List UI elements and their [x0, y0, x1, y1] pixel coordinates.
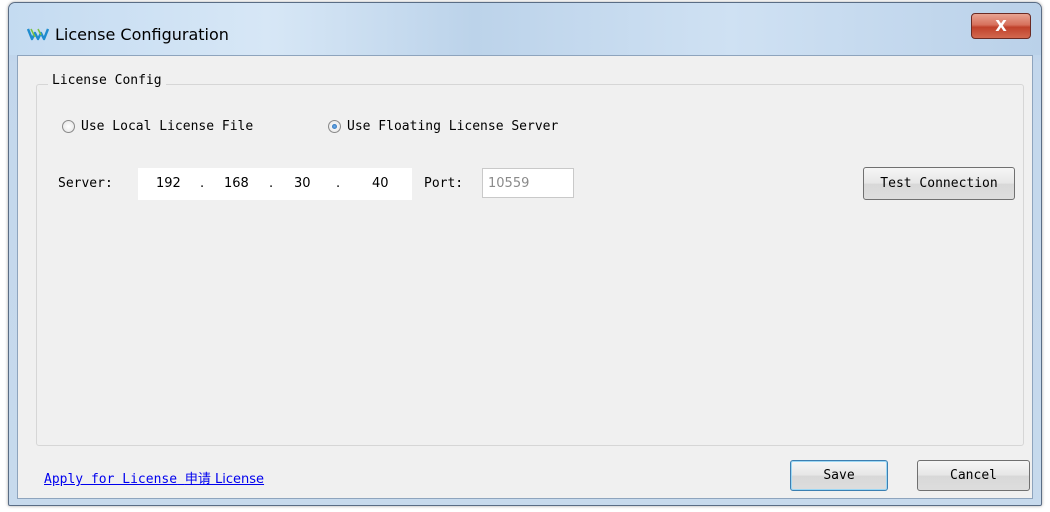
close-button[interactable]: X: [971, 13, 1031, 39]
window-title: License Configuration: [55, 25, 229, 44]
server-label: Server:: [58, 176, 113, 191]
ip-dot-2: .: [269, 176, 274, 191]
apply-license-link[interactable]: Apply for License 申请 License: [44, 468, 264, 487]
ip-dot-1: .: [200, 176, 205, 191]
ip-octet-2[interactable]: 168: [224, 176, 249, 191]
radio-floating-license[interactable]: Use Floating License Server: [328, 119, 558, 134]
ip-octet-3[interactable]: 30: [294, 176, 311, 191]
save-button[interactable]: Save: [790, 460, 888, 491]
port-input[interactable]: 10559: [482, 168, 574, 198]
title-bar[interactable]: License Configuration X: [9, 3, 1041, 55]
apply-license-link-en[interactable]: Apply for License: [44, 472, 177, 487]
app-logo-icon: [27, 28, 49, 41]
radio-floating-indicator[interactable]: [328, 120, 341, 133]
ip-octet-1[interactable]: 192: [156, 176, 181, 191]
cancel-button[interactable]: Cancel: [917, 460, 1030, 491]
port-label: Port:: [424, 176, 464, 191]
radio-floating-label[interactable]: Use Floating License Server: [347, 119, 558, 134]
ip-dot-3: .: [336, 176, 341, 191]
license-config-group: [36, 84, 1024, 446]
radio-local-label[interactable]: Use Local License File: [81, 119, 253, 134]
radio-local-license[interactable]: Use Local License File: [62, 119, 253, 134]
apply-license-link-cn[interactable]: 申请 License: [185, 472, 264, 487]
license-configuration-window: License Configuration X License Config U…: [8, 2, 1042, 506]
group-legend: License Config: [48, 73, 166, 88]
server-ip-input[interactable]: 192 . 168 . 30 . 40: [138, 168, 412, 200]
ip-octet-4[interactable]: 40: [372, 176, 389, 191]
dialog-body: License Config Use Local License File Us…: [17, 55, 1033, 499]
radio-local-indicator[interactable]: [62, 120, 75, 133]
test-connection-button[interactable]: Test Connection: [863, 167, 1015, 200]
